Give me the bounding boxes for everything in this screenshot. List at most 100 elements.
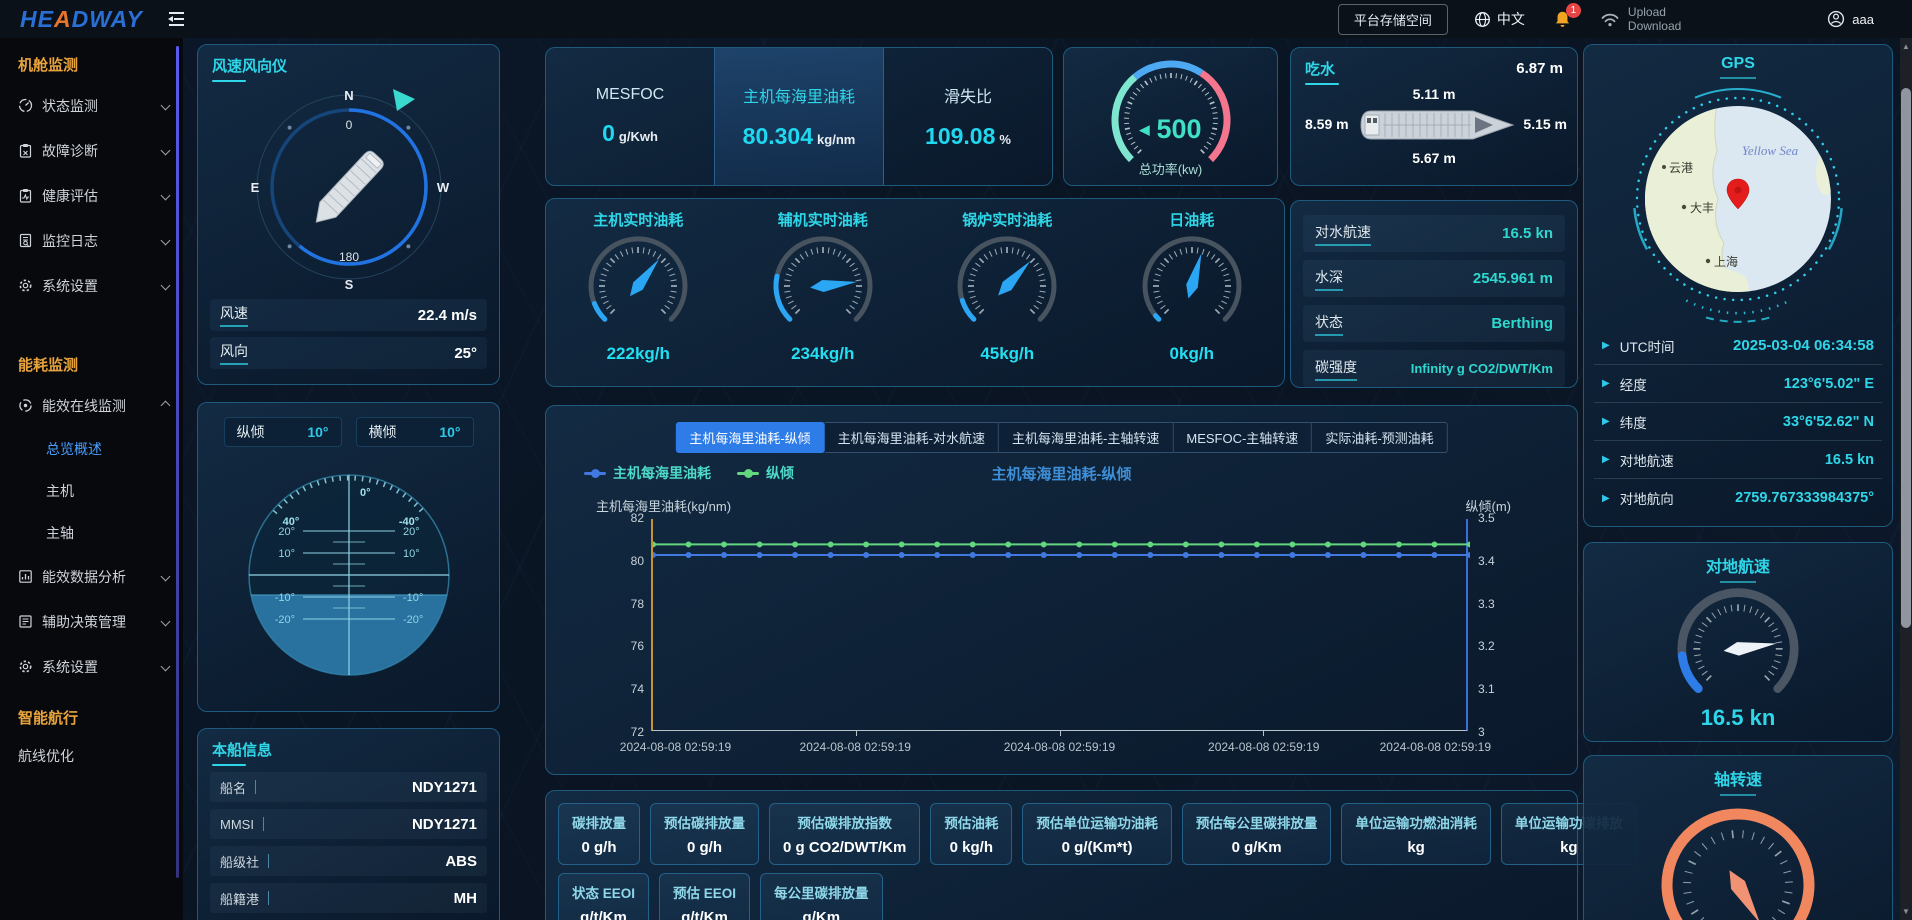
tab-fuel-shaft[interactable]: 主机每海里油耗-主轴转速	[999, 422, 1173, 453]
stat-carbon-per-km: 每公里碳排放量g/Km	[760, 873, 883, 920]
sidebar-item-monitor-log[interactable]: 监控日志	[0, 218, 183, 263]
gps-data-rows: ▶UTC时间2025-03-04 06:34:58 ▶经度123°6'5.02"…	[1594, 327, 1882, 517]
sidebar-group-energy: 能耗监测	[0, 342, 183, 383]
sog-title: 对地航速	[1584, 553, 1892, 583]
sidebar-subitem-overview[interactable]: 总览概述	[0, 428, 183, 470]
list-doc-icon	[18, 614, 33, 629]
user-menu[interactable]: aaa	[1827, 10, 1874, 28]
sidebar-item-route-optimize[interactable]: 航线优化	[0, 736, 183, 776]
stat-est-unit-transport-fuel: 预估单位运输功油耗0 g/(Km*t)	[1022, 803, 1172, 865]
sidebar-item-health-assess[interactable]: 健康评估	[0, 173, 183, 218]
ship-info-panel: 本船信息 船名NDY1271 MMSINDY1271 船级社ABS 船籍港MH	[197, 728, 500, 920]
sog-row: ▶对地航速16.5 kn	[1594, 441, 1882, 479]
inclinometer: 0° 40° -40° 20° 10° -10° -20° 20° 10° -1…	[229, 455, 469, 695]
scrollbar-thumb[interactable]	[1901, 88, 1911, 628]
speed-through-water-row: 对水航速16.5 kn	[1303, 215, 1565, 252]
tab-fuel-stw[interactable]: 主机每海里油耗-对水航速	[825, 422, 999, 453]
storage-space-button[interactable]: 平台存储空间	[1338, 4, 1448, 35]
chart-tabs: 主机每海里油耗-纵倾 主机每海里油耗-对水航速 主机每海里油耗-主轴转速 MES…	[675, 422, 1447, 453]
tab-actual-predict[interactable]: 实际油耗-预测油耗	[1312, 422, 1447, 453]
wind-panel-title: 风速风向仪	[212, 55, 287, 82]
sidebar-item-system-settings-2[interactable]: 系统设置	[0, 644, 183, 689]
scroll-up-icon[interactable]: ▲	[1900, 42, 1912, 51]
scroll-down-icon[interactable]: ▼	[1900, 907, 1912, 916]
sidebar-item-status-monitor[interactable]: 状态监测	[0, 83, 183, 128]
stat-unit-transport-fuel: 单位运输功燃油消耗kg	[1341, 803, 1491, 865]
sog-gauge	[1662, 581, 1814, 707]
gps-panel: GPS Yellow Sea 云港 大丰 京 上海	[1583, 44, 1893, 527]
user-icon	[1827, 10, 1845, 28]
dial-icon	[18, 98, 33, 113]
sidebar-item-fault-diagnosis[interactable]: 故障诊断	[0, 128, 183, 173]
notification-badge: 1	[1566, 3, 1581, 18]
tab-fuel-trim[interactable]: 主机每海里油耗-纵倾	[675, 422, 824, 453]
top-bar: HEADWAY 平台存储空间 中文 1 UploadDownload aaa	[0, 0, 1912, 38]
water-depth-row: 水深2545.961 m	[1303, 260, 1565, 297]
sog-gauge-panel: 对地航速 16.5 kn	[1583, 542, 1893, 742]
upload-download[interactable]: UploadDownload	[1600, 5, 1681, 33]
map-city-yungang: 云港	[1669, 161, 1693, 175]
total-power-value: ◀500	[1064, 114, 1277, 145]
globe-icon	[1474, 11, 1491, 28]
kpi-mesfoc[interactable]: MESFOC0g/Kwh	[546, 48, 714, 185]
sidebar-subitem-main-shaft[interactable]: 主轴	[0, 512, 183, 554]
compass-east: E	[250, 180, 259, 195]
gear-icon	[18, 278, 33, 293]
incl-left-n20: -20°	[274, 614, 294, 626]
kpi-fuel-per-nm[interactable]: 主机每海里油耗80.304kg/nm	[714, 48, 884, 185]
wind-speed-row: 风速22.4 m/s	[210, 299, 487, 331]
sidebar-scrollbar[interactable]	[176, 46, 179, 878]
mmsi-row: MMSINDY1271	[210, 809, 487, 839]
map-city-dafeng: 大丰	[1690, 201, 1714, 215]
emission-stats-panel: 碳排放量0 g/h 预估碳排放量0 g/h 预估碳排放指数0 g CO2/DWT…	[545, 790, 1578, 920]
class-society-row: 船级社ABS	[210, 846, 487, 876]
kpi-panel: MESFOC0g/Kwh 主机每海里油耗80.304kg/nm 滑失比109.0…	[545, 47, 1053, 186]
incl-right-10: 10°	[403, 548, 420, 560]
total-power-label: 总功率(kw)	[1064, 159, 1277, 178]
compass-west: W	[436, 180, 449, 195]
gear-icon	[18, 659, 33, 674]
legend-fuel[interactable]: 主机每海里油耗	[584, 463, 711, 483]
draft-panel: 吃水 6.87 m 5.11 m 8.59 m 5.15 m 5.67 m	[1290, 47, 1578, 186]
incl-left-20: 20°	[278, 526, 295, 538]
gauge-aux-engine-fuel: 辅机实时油耗 234kg/h	[731, 209, 916, 386]
language-switch[interactable]: 中文	[1474, 9, 1525, 29]
menu-collapse-icon[interactable]	[165, 8, 187, 30]
incl-right-20: 20°	[403, 526, 420, 538]
cog-row: ▶对地航向2759.767333984375°	[1594, 479, 1882, 517]
sidebar-item-energy-online[interactable]: 能效在线监测	[0, 383, 183, 428]
incl-left-n10: -10°	[274, 592, 294, 604]
incl-right-n10: -10°	[403, 592, 423, 604]
heel-badge: 横倾10°	[356, 417, 474, 447]
stat-carbon-emission: 碳排放量0 g/h	[558, 803, 640, 865]
utc-time-row: ▶UTC时间2025-03-04 06:34:58	[1594, 327, 1882, 365]
map-sea-label: Yellow Sea	[1742, 143, 1799, 158]
kpi-slip-ratio[interactable]: 滑失比109.08%	[884, 48, 1052, 185]
legend-trim[interactable]: 纵倾	[737, 463, 794, 483]
incl-left-10: 10°	[278, 548, 295, 560]
chart-legend: 主机每海里油耗 纵倾	[584, 463, 794, 483]
stats-row-2: 状态 EEOIg/t/Km 预估 EEOIg/t/Km 每公里碳排放量g/Km	[558, 873, 883, 920]
clipboard-icon	[18, 143, 33, 158]
stat-est-carbon-per-km: 预估每公里碳排放量0 g/Km	[1182, 803, 1332, 865]
main-scrollbar: ▲ ▼	[1900, 38, 1912, 920]
tab-mesfoc-shaft[interactable]: MESFOC-主轴转速	[1173, 422, 1312, 453]
longitude-row: ▶经度123°6'5.02" E	[1594, 365, 1882, 403]
sidebar-item-energy-analysis[interactable]: 能效数据分析	[0, 554, 183, 599]
arrow-icon: ▶	[1602, 416, 1610, 427]
draft-title: 吃水	[1305, 58, 1339, 85]
carbon-intensity-row: 碳强度Infinity g CO2/DWT/Km	[1303, 350, 1565, 387]
sidebar-item-system-settings[interactable]: 系统设置	[0, 263, 183, 308]
wind-direction-row: 风向25°	[210, 337, 487, 369]
wifi-icon	[1600, 11, 1620, 28]
stats-row-1: 碳排放量0 g/h 预估碳排放量0 g/h 预估碳排放指数0 g CO2/DWT…	[558, 803, 1637, 865]
notification-bell[interactable]: 1	[1553, 10, 1572, 29]
latitude-row: ▶纬度33°6'52.62" N	[1594, 403, 1882, 441]
sidebar-item-decision-mgmt[interactable]: 辅助决策管理	[0, 599, 183, 644]
wind-compass: N S E W 0 180	[243, 81, 455, 293]
nav-info-panel: 对水航速16.5 kn 水深2545.961 m 状态Berthing 碳强度I…	[1290, 200, 1578, 388]
chart-panel: 主机每海里油耗-纵倾 主机每海里油耗-对水航速 主机每海里油耗-主轴转速 MES…	[545, 405, 1578, 775]
gauge-daily-fuel: 日油耗 0kg/h	[1100, 209, 1285, 386]
sidebar-subitem-main-engine[interactable]: 主机	[0, 470, 183, 512]
gauge-boiler-fuel: 锅炉实时油耗 45kg/h	[915, 209, 1100, 386]
